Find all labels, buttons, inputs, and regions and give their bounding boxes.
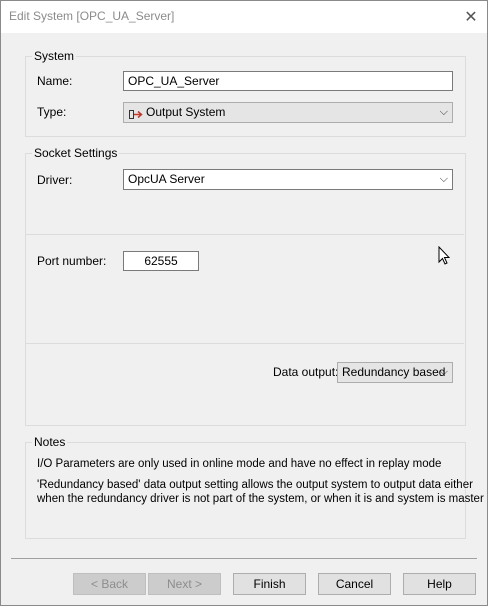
button-separator (11, 558, 477, 559)
port-number-label: Port number: (37, 254, 107, 268)
finish-button[interactable]: Finish (233, 573, 306, 595)
data-output-value: Redundancy based (342, 365, 446, 379)
edit-system-dialog: Edit System [OPC_UA_Server] ✕ System Nam… (0, 0, 488, 606)
type-value: Output System (146, 105, 226, 119)
cancel-button[interactable]: Cancel (318, 573, 391, 595)
port-number-field[interactable]: 62555 (123, 251, 199, 271)
mouse-cursor-icon (438, 245, 451, 268)
socket-divider-2 (26, 343, 464, 344)
type-select[interactable]: Output System ⌵ (123, 102, 453, 123)
socket-divider-1 (26, 234, 464, 235)
next-button[interactable]: Next > (148, 573, 221, 595)
close-icon[interactable]: ✕ (459, 6, 483, 28)
notes-line-1: I/O Parameters are only used in online m… (37, 458, 442, 470)
driver-value: OpcUA Server (128, 172, 205, 186)
chevron-down-icon: ⌵ (439, 173, 448, 185)
help-button[interactable]: Help (403, 573, 476, 595)
name-field[interactable]: OPC_UA_Server (123, 71, 453, 91)
chevron-down-icon: ⌵ (439, 106, 448, 118)
data-output-label: Data output: (273, 365, 339, 379)
notes-group-label: Notes (32, 435, 68, 449)
name-label: Name: (37, 74, 73, 88)
back-button[interactable]: < Back (73, 573, 146, 595)
socket-settings-group (25, 153, 466, 426)
socket-settings-group-label: Socket Settings (32, 146, 120, 160)
title-bar: Edit System [OPC_UA_Server] ✕ (1, 1, 487, 33)
system-group-label: System (32, 49, 77, 63)
system-group (25, 56, 466, 137)
window-title: Edit System [OPC_UA_Server] (9, 9, 175, 23)
driver-select[interactable]: OpcUA Server ⌵ (123, 169, 453, 190)
data-output-select[interactable]: Redundancy based ⌵ (337, 362, 453, 383)
output-system-icon (129, 107, 143, 119)
type-label: Type: (37, 105, 67, 119)
chevron-down-icon: ⌵ (439, 366, 448, 378)
driver-label: Driver: (37, 173, 73, 187)
notes-line-3: when the redundancy driver is not part o… (37, 493, 484, 505)
notes-line-2: 'Redundancy based' data output setting a… (37, 479, 473, 491)
